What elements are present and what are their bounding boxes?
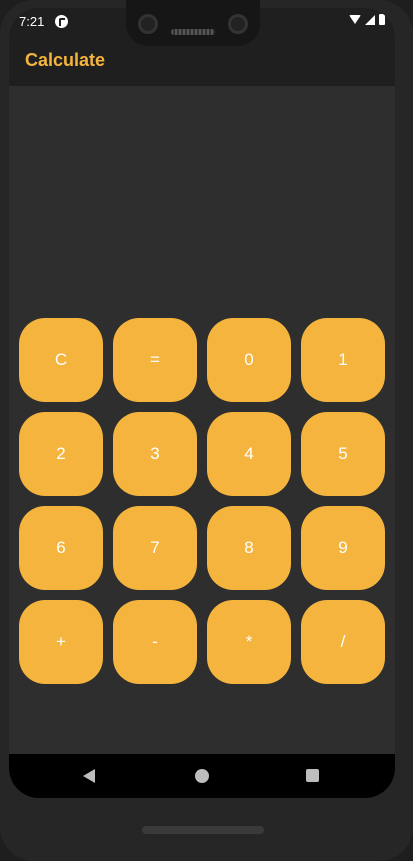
recents-icon[interactable] bbox=[306, 769, 319, 782]
signal-icon bbox=[365, 14, 375, 25]
status-time: 7:21 bbox=[19, 14, 45, 29]
key-7-button[interactable]: 7 bbox=[113, 506, 197, 590]
back-icon[interactable] bbox=[83, 769, 95, 783]
page-title: Calculate bbox=[25, 50, 106, 70]
screen: 7:21 Calculate C = 0 1 2 3 4 5 6 7 8 9 + bbox=[9, 8, 395, 798]
key-2-button[interactable]: 2 bbox=[19, 412, 103, 496]
key-8-button[interactable]: 8 bbox=[207, 506, 291, 590]
key-0-button[interactable]: 0 bbox=[207, 318, 291, 402]
key-1-button[interactable]: 1 bbox=[301, 318, 385, 402]
key-6-button[interactable]: 6 bbox=[19, 506, 103, 590]
key-clear-button[interactable]: C bbox=[19, 318, 103, 402]
key-5-button[interactable]: 5 bbox=[301, 412, 385, 496]
navigation-bar bbox=[9, 754, 395, 798]
camera-notch bbox=[126, 0, 260, 46]
speaker-icon bbox=[171, 29, 215, 35]
key-equals-button[interactable]: = bbox=[113, 318, 197, 402]
phone-frame: 7:21 Calculate C = 0 1 2 3 4 5 6 7 8 9 + bbox=[0, 0, 413, 861]
key-3-button[interactable]: 3 bbox=[113, 412, 197, 496]
home-icon[interactable] bbox=[195, 769, 209, 783]
key-plus-button[interactable]: + bbox=[19, 600, 103, 684]
wifi-icon bbox=[349, 15, 361, 24]
sensor-icon bbox=[228, 14, 248, 34]
key-minus-button[interactable]: - bbox=[113, 600, 197, 684]
key-divide-button[interactable]: / bbox=[301, 600, 385, 684]
key-4-button[interactable]: 4 bbox=[207, 412, 291, 496]
status-icons bbox=[349, 14, 385, 25]
app-notification-icon bbox=[55, 15, 68, 28]
camera-icon bbox=[138, 14, 158, 34]
key-9-button[interactable]: 9 bbox=[301, 506, 385, 590]
battery-icon bbox=[379, 14, 385, 25]
home-indicator bbox=[142, 826, 264, 834]
key-multiply-button[interactable]: * bbox=[207, 600, 291, 684]
keypad: C = 0 1 2 3 4 5 6 7 8 9 + - * / bbox=[19, 318, 385, 684]
